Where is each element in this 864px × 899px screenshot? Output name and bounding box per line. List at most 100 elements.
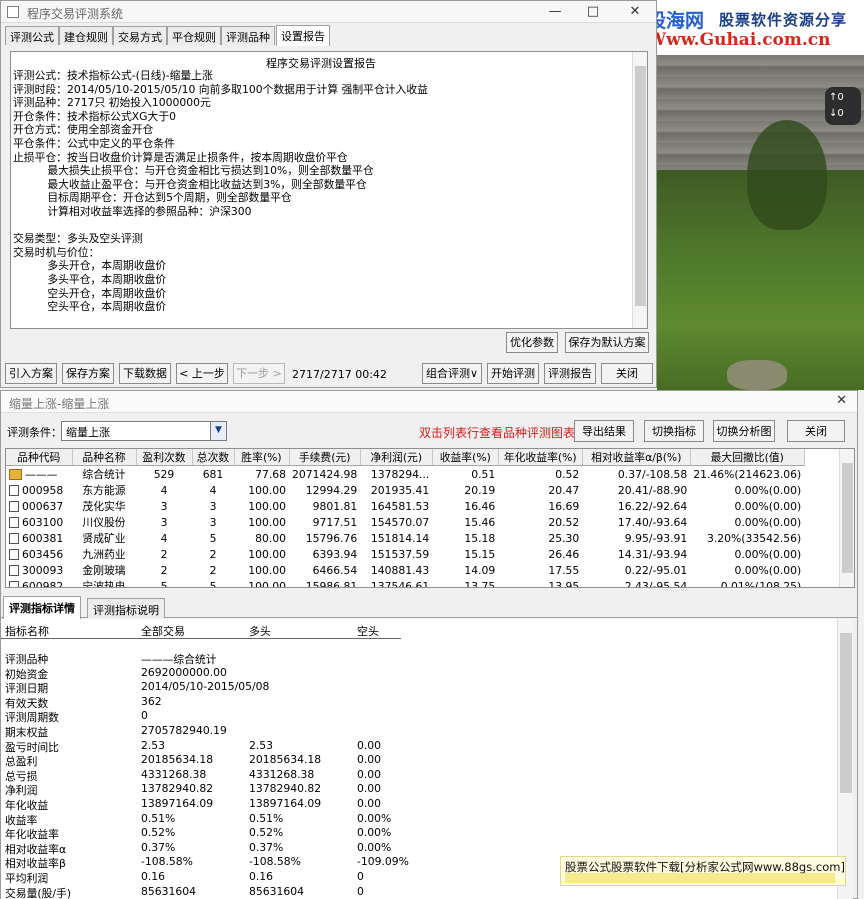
cell-text: 164581.53 [370,499,430,513]
optimize-params-button[interactable]: 优化参数 [506,332,558,353]
table-row[interactable]: 603456 九洲药业 2 2 100.00 6393.94 151537.59 15.15 2… [6,546,804,562]
cell-text: 77.68 [255,467,286,481]
report-line: 评测时段：2014/05/10-2015/05/10 向前多取100个数据用于计… [13,82,428,96]
tab-open-rules[interactable]: 建仓规则 [59,26,113,45]
detail-name: 净利润 [5,784,38,798]
detail-name: 评测日期 [5,682,49,696]
col-annual-return[interactable]: 年化收益率(%) [498,449,583,466]
table-row[interactable]: 600381 贤成矿业 4 5 80.00 15796.76 151814.14 15.18 2… [6,530,804,546]
table-row[interactable]: ——— 综合统计 529 681 77.68 2071424.98 1378294... 0.… [6,466,804,483]
results-table[interactable]: 品种代码 品种名称 盈利次数 总次数 胜率(%) 手续费(元) 净利润(元) 收… [5,448,855,588]
cell-total: 3 [192,514,234,530]
cell-text: 603456 [22,547,64,561]
next-step-button[interactable]: 下一步 > [233,363,285,384]
detail-name: 交易量(股/手) [5,886,72,899]
col-relative-return[interactable]: 相对收益率α/β(%) [582,449,691,466]
combo-eval-dropdown[interactable]: 组合评测∨ [422,363,482,384]
col-code[interactable]: 品种代码 [6,449,73,466]
col-total[interactable]: 总次数 [192,449,235,466]
report-scrollbar[interactable] [632,52,647,328]
cell-fee: 15986.81 [289,578,360,588]
col-profit[interactable]: 净利润(元) [360,449,433,466]
detail-all: 0.52% [141,826,176,840]
detail-long: 20185634.18 [249,753,322,767]
download-data-button[interactable]: 下载数据 [119,363,171,384]
table-row[interactable]: 000958 东方能源 4 4 100.00 12994.29 201935.41 20.19… [6,482,804,498]
cell-ret: 16.46 [432,498,498,514]
report-line: 评测公式：技术指标公式-(日线)-缩量上涨 [13,69,213,82]
close-icon[interactable]: ✕ [621,3,649,21]
import-scheme-button[interactable]: 引入方案 [5,363,57,384]
cell-dd: 0.00%(0.00) [690,514,804,530]
table-row[interactable]: 300093 金刚玻璃 2 2 100.00 6466.54 140881.43 14.09 1… [6,562,804,578]
close-results-button[interactable]: 关闭 [787,420,845,442]
cell-text: 0.00%(0.00) [734,483,802,497]
cell-total: 2 [192,562,234,578]
condition-select[interactable]: 缩量上涨 ▼ [61,421,227,441]
tab-report-settings[interactable]: 设置报告 [276,25,330,46]
detail-name: 盈亏时间比 [5,740,59,754]
table-row[interactable]: 000637 茂化实华 3 3 100.00 9801.81 164581.53 16.46 1… [6,498,804,514]
col-max-drawdown[interactable]: 最大回撤比(值) [690,449,805,466]
export-results-button[interactable]: 导出结果 [574,420,634,442]
minimize-button[interactable]: — [541,3,569,21]
maximize-button[interactable]: □ [579,3,607,21]
cell-text: 4 [209,483,217,497]
settings-report-textarea[interactable]: 程序交易评测设置报告 评测公式：技术指标公式-(日线)-缩量上涨 评测时段：20… [10,51,648,329]
table-row[interactable]: 600982 宁波热电 5 5 100.00 15986.81 137546.61 13.75… [6,578,804,588]
col-return[interactable]: 收益率(%) [432,449,499,466]
tab-close-rules[interactable]: 平仓规则 [167,26,221,45]
cell-profit: 201935.41 [360,482,432,498]
switch-chart-button[interactable]: 切换分析图 [713,420,775,442]
cell-name: 东方能源 [72,482,136,498]
report-lines: 评测公式：技术指标公式-(日线)-缩量上涨 评测时段：2014/05/10-20… [13,69,428,314]
cell-code: 000958 [6,482,72,498]
cell-rel: 16.22/-92.64 [582,498,690,514]
cell-profit: 164581.53 [360,498,432,514]
cell-text: 20.41/-88.90 [617,483,688,497]
tab-trade-mode[interactable]: 交易方式 [113,26,167,45]
cell-wins: 2 [136,546,192,562]
tab-detail-metrics[interactable]: 评测指标详情 [3,596,81,619]
detail-long: 4331268.38 [249,767,315,781]
cell-text: 3 [209,499,217,513]
watermark-banner: 股票公式股票软件下载[分析家公式网www.88gs.com] [560,856,846,886]
col-winrate[interactable]: 胜率(%) [234,449,290,466]
cell-text: 贤成矿业 [82,532,126,545]
cell-text: 137546.61 [370,579,430,588]
table-scrollbar[interactable] [839,449,854,587]
save-scheme-button[interactable]: 保存方案 [62,363,114,384]
col-wins[interactable]: 盈利次数 [136,449,193,466]
close-button[interactable]: 关闭 [601,363,653,384]
col-name[interactable]: 品种名称 [72,449,137,466]
cell-total: 5 [192,530,234,546]
tab-instruments[interactable]: 评测品种 [221,26,275,45]
table-row[interactable]: 603100 川仪股份 3 3 100.00 9717.51 154570.07 15.46 2… [6,514,804,530]
report-line: 计算相对收益率选择的参照品种：沪深300 [13,204,252,218]
cell-name: 九洲药业 [72,546,136,562]
close-icon[interactable]: ✕ [836,393,847,408]
chevron-down-icon[interactable]: ▼ [210,422,226,440]
save-default-button[interactable]: 保存为默认方案 [565,332,649,353]
cell-wins: 529 [136,466,192,483]
detail-short: -109.09% [357,855,409,869]
scroll-thumb[interactable] [840,633,852,793]
eval-report-button[interactable]: 评测报告 [544,363,596,384]
switch-indicator-button[interactable]: 切换指标 [644,420,704,442]
report-line: 止损平仓：按当日收盘价计算是否满足止损条件，按本周期收盘价平仓 [13,150,348,164]
scroll-thumb[interactable] [635,66,646,306]
cell-name: 贤成矿业 [72,530,136,546]
col-fee[interactable]: 手续费(元) [289,449,361,466]
start-eval-button[interactable]: 开始评测 [487,363,539,384]
tab-detail-help[interactable]: 评测指标说明 [87,598,165,618]
report-line: 平仓条件：公式中定义的平仓条件 [13,136,175,150]
results-window: 缩量上涨-缩量上涨 ✕ 评测条件： 缩量上涨 ▼ 双击列表行查看品种评测图表 导… [0,390,858,899]
background-photo: ↑0 ↓0 股海网 股票软件资源分享 Www.Guhai.com.cn [657,0,864,390]
tab-formula[interactable]: 评测公式 [5,26,59,45]
cell-text: 100.00 [248,515,286,529]
cell-ret: 15.18 [432,530,498,546]
report-line: 交易时机与价位： [13,245,100,259]
prev-step-button[interactable]: < 上一步 [176,363,228,384]
download-speed: ↓0 [829,108,844,119]
scroll-thumb[interactable] [842,463,853,573]
